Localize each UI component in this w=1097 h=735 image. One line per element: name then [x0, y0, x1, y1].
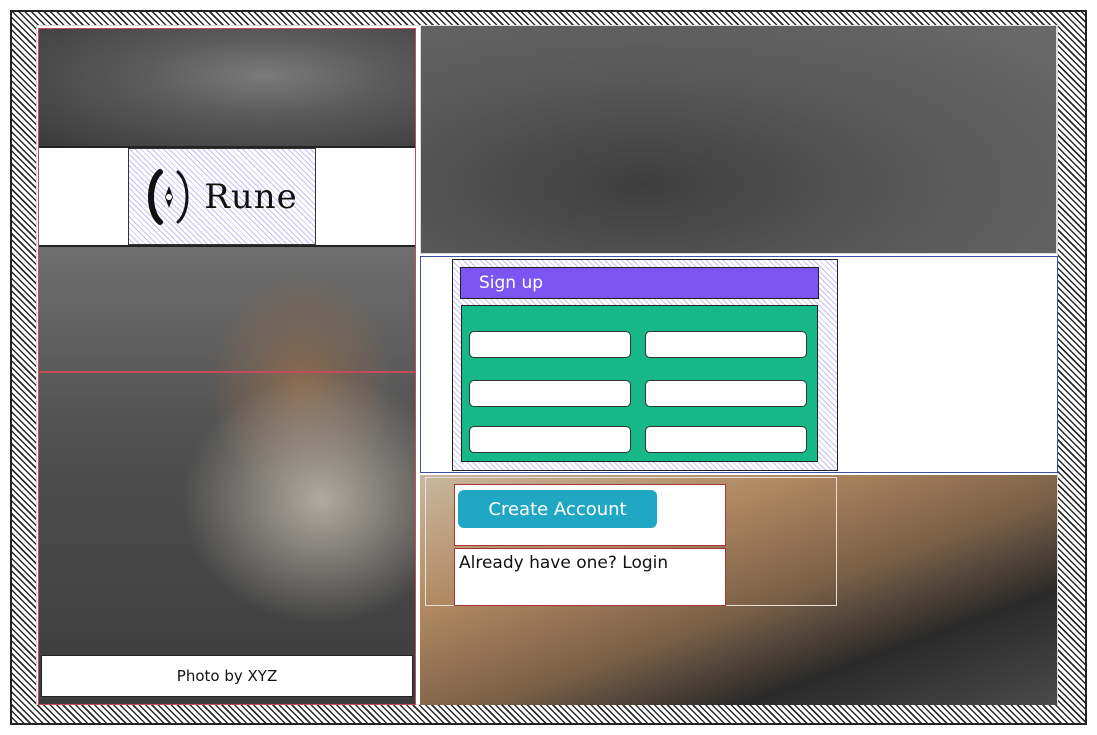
brand-band: Rune — [39, 146, 415, 247]
signup-field-2[interactable] — [645, 331, 807, 358]
login-link[interactable]: Login — [622, 553, 668, 573]
create-account-container: Create Account — [454, 484, 726, 546]
signup-field-6[interactable] — [645, 426, 807, 453]
background-photo-top — [39, 29, 415, 146]
signup-field-5[interactable] — [469, 426, 631, 453]
action-panel: Create Account Already have one? Login — [425, 477, 837, 606]
signup-section: Sign up — [420, 256, 1058, 473]
background-photo-desk: Create Account Already have one? Login — [420, 475, 1057, 705]
create-account-button[interactable]: Create Account — [458, 490, 657, 528]
login-prompt-text: Already have one? — [459, 553, 623, 573]
rune-logo-icon — [148, 168, 189, 225]
brand-name: Rune — [204, 176, 298, 217]
divider — [39, 371, 415, 373]
signup-field-3[interactable] — [469, 380, 631, 407]
hero-photo — [420, 25, 1057, 254]
photo-credit: Photo by XYZ — [41, 655, 413, 697]
login-prompt-container: Already have one? Login — [454, 548, 726, 606]
signup-title: Sign up — [460, 267, 819, 299]
background-photo-bottom: Photo by XYZ — [39, 247, 415, 704]
signup-field-1[interactable] — [469, 331, 631, 358]
signup-card: Sign up — [452, 259, 838, 471]
signup-form — [461, 305, 818, 462]
signup-field-4[interactable] — [645, 380, 807, 407]
logo[interactable]: Rune — [128, 148, 316, 245]
left-column: Rune Photo by XYZ — [38, 28, 416, 705]
